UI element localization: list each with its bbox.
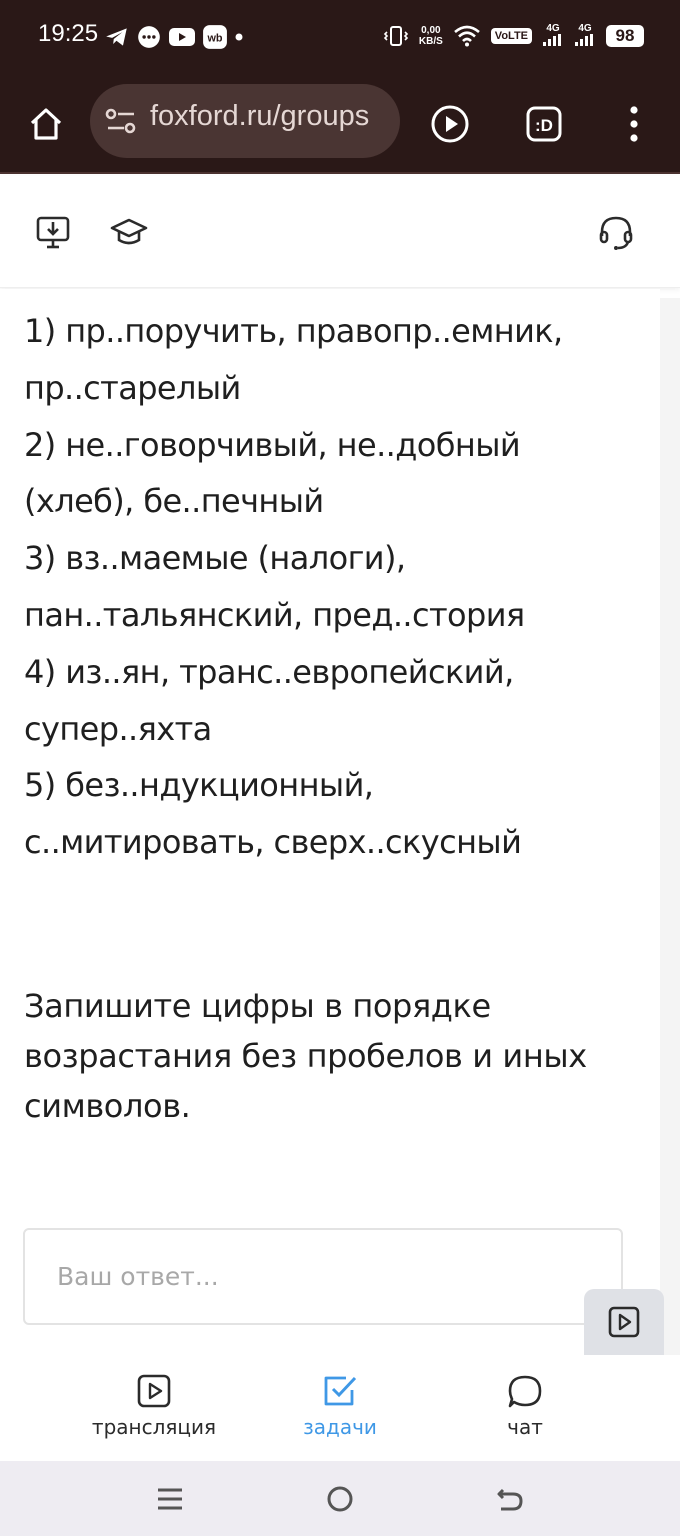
support-button[interactable] [594, 210, 638, 254]
task-option-line: пан..тальянский, пред..стория [24, 595, 525, 634]
signal-1-label: 4G [546, 22, 560, 34]
extension-icon: :D [526, 106, 562, 142]
url-text: foxford.ru/groups [150, 100, 370, 132]
tab-tasks-label: задачи [303, 1415, 377, 1439]
more-vertical-icon [630, 106, 638, 142]
home-icon [30, 108, 62, 140]
task-option-line: 1) пр..поручить, правопр..емник, [24, 312, 563, 350]
answer-input[interactable] [23, 1228, 623, 1325]
tab-chat[interactable]: чат [435, 1373, 615, 1439]
task-option-line: (хлеб), бе..печный [24, 482, 324, 521]
task-option-line: 3) вз..маемые (налоги), [24, 539, 406, 578]
status-notification-icons: wb [104, 22, 244, 52]
play-button[interactable] [428, 102, 472, 146]
wildberries-icon: wb [203, 25, 227, 49]
task-options: 1) пр..поручить, правопр..емник, пр..ста… [24, 303, 644, 871]
bottom-navigation: трансляция задачи чат [0, 1355, 680, 1461]
speed-unit: KB/S [418, 36, 443, 47]
home-button[interactable] [24, 102, 68, 146]
browser-toolbar: foxford.ru/groups :D [0, 74, 680, 174]
wifi-icon [453, 25, 480, 47]
task-option-line: супер..яхта [24, 709, 212, 748]
task-option-line: пр..старелый [24, 368, 241, 407]
signal-1: 4G [542, 22, 564, 49]
course-button[interactable] [107, 210, 151, 254]
signal-2-label: 4G [578, 22, 592, 34]
checkbox-icon [324, 1376, 357, 1406]
back-arrow-icon [497, 1488, 523, 1511]
tab-stream[interactable]: трансляция [64, 1373, 244, 1439]
telegram-icon [106, 28, 127, 46]
network-speed: 0,00 KB/S [419, 25, 443, 47]
task-content: 1) пр..поручить, правопр..емник, пр..ста… [0, 289, 660, 1355]
play-square-icon [137, 1374, 171, 1408]
tab-stream-label: трансляция [91, 1415, 217, 1439]
signal-2: 4G [574, 22, 596, 49]
dot-icon [235, 33, 243, 41]
task-option-line: 4) из..ян, транс..европейский, [24, 652, 514, 691]
headset-icon [599, 216, 633, 250]
download-monitor-icon [36, 216, 70, 249]
status-time: 19:25 [38, 20, 99, 47]
task-option-line: 5) без..ндукционный, [24, 766, 374, 805]
play-square-icon [608, 1306, 640, 1338]
signal-bars-icon [543, 33, 561, 46]
svg-text::D: :D [535, 116, 553, 135]
download-materials-button[interactable] [31, 210, 75, 254]
svg-text:wb: wb [206, 32, 222, 44]
home-system-button[interactable] [320, 1479, 360, 1519]
tab-tasks[interactable]: задачи [250, 1373, 430, 1439]
signal-bars-icon [575, 33, 593, 46]
task-option-line: с..митировать, сверх..скусный [24, 823, 522, 862]
circle-home-icon [327, 1486, 353, 1512]
speed-value: 0,00 [421, 25, 441, 36]
site-settings-icon[interactable] [104, 106, 138, 136]
vibrate-icon [383, 26, 409, 46]
play-circle-icon [431, 105, 469, 143]
chat-bubble-icon [508, 1375, 542, 1408]
menu-lines-icon [158, 1488, 182, 1510]
extension-button[interactable]: :D [522, 102, 566, 146]
status-bar: 19:25 wb 0,00 KB/S VoLTE 4G 4G 98 [0, 0, 680, 74]
app-toolbar [0, 176, 680, 288]
messages-icon [138, 26, 160, 48]
task-instruction: Запишите цифры в порядке возрастания без… [24, 987, 587, 1125]
tab-chat-label: чат [507, 1415, 543, 1439]
scrollbar-track[interactable] [660, 298, 680, 1355]
graduation-cap-icon [110, 218, 148, 245]
status-indicators: 0,00 KB/S VoLTE 4G 4G 98 [383, 18, 644, 54]
browser-menu-button[interactable] [612, 102, 656, 146]
back-button[interactable] [490, 1479, 530, 1519]
battery-level: 98 [606, 25, 644, 47]
system-navigation-bar [0, 1461, 680, 1536]
floating-stream-button[interactable] [584, 1289, 664, 1355]
task-option-line: 2) не..говорчивый, не..добный [24, 425, 521, 464]
volte-badge: VoLTE [490, 28, 532, 44]
recents-button[interactable] [150, 1479, 190, 1519]
youtube-icon [169, 28, 195, 46]
address-bar[interactable]: foxford.ru/groups [90, 84, 400, 158]
